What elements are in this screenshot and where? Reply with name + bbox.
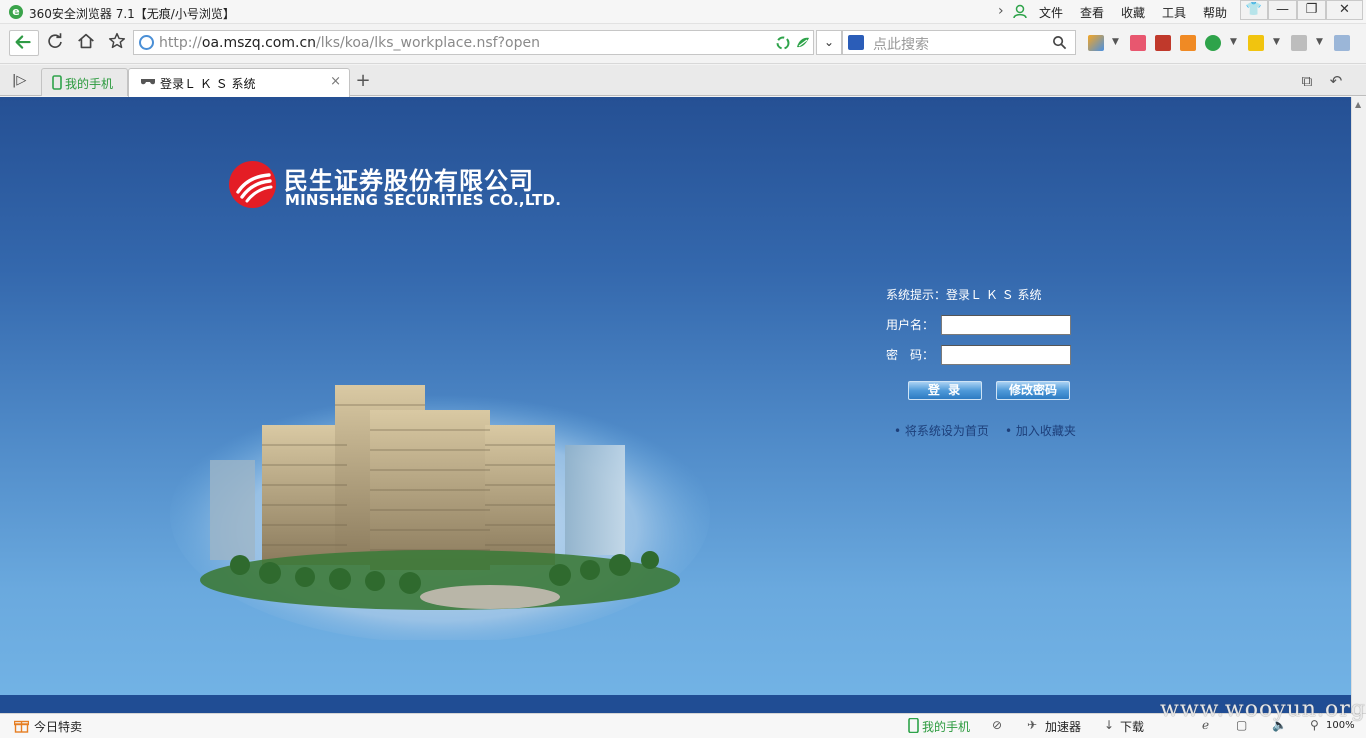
home-icon bbox=[78, 33, 94, 49]
chevron-down-icon[interactable]: ▼ bbox=[1112, 37, 1119, 47]
gift-icon[interactable] bbox=[14, 718, 29, 733]
tab-label: 登录Ｌ Ｋ Ｓ 系统 bbox=[160, 77, 256, 91]
chevron-down-icon[interactable]: ▼ bbox=[1230, 37, 1237, 47]
speed-mode-icon[interactable] bbox=[795, 35, 811, 51]
menu-tools[interactable]: 工具 bbox=[1162, 4, 1186, 21]
scroll-up-icon[interactable]: ▲ bbox=[1355, 100, 1361, 109]
download-button[interactable]: 下载 bbox=[1120, 718, 1144, 735]
search-icon[interactable] bbox=[1052, 35, 1067, 50]
sidebar-toggle-icon[interactable]: |▷ bbox=[12, 73, 28, 89]
favorite-star-button[interactable] bbox=[105, 30, 129, 54]
search-placeholder: 点此搜索 bbox=[873, 37, 929, 53]
username-input[interactable] bbox=[941, 315, 1071, 335]
accelerator-button[interactable]: 加速器 bbox=[1045, 718, 1081, 735]
incognito-mask-icon bbox=[141, 79, 155, 85]
undo-close-icon[interactable]: ↶ bbox=[1327, 72, 1345, 90]
chevron-down-icon[interactable]: ▼ bbox=[1273, 37, 1280, 47]
mail-icon[interactable] bbox=[1130, 35, 1146, 51]
maximize-button[interactable]: ❐ bbox=[1297, 0, 1326, 20]
arrow-left-icon bbox=[15, 35, 31, 49]
login-page: 民生证券股份有限公司 MINSHENG SECURITIES CO.,LTD. bbox=[0, 97, 1351, 713]
menu-view[interactable]: 查看 bbox=[1080, 4, 1104, 21]
minimize-button[interactable]: — bbox=[1268, 0, 1297, 20]
change-password-button[interactable]: 修改密码 bbox=[996, 381, 1070, 400]
username-label: 用户名： bbox=[886, 318, 935, 332]
daily-deals-link[interactable]: 今日特卖 bbox=[34, 718, 82, 735]
page-footer-band bbox=[0, 695, 1351, 713]
menu-help[interactable]: 帮助 bbox=[1203, 4, 1227, 21]
title-bar: e 360安全浏览器 7.1【无痕/小号浏览】 › 文件 查看 收藏 工具 帮助… bbox=[0, 0, 1366, 24]
home-button[interactable] bbox=[74, 30, 98, 54]
vertical-scrollbar[interactable]: ▲ bbox=[1351, 97, 1366, 713]
search-field[interactable]: 点此搜索 bbox=[842, 30, 1076, 55]
refresh-icon bbox=[48, 33, 62, 48]
close-icon[interactable]: × bbox=[330, 74, 341, 89]
headquarters-photo bbox=[170, 385, 710, 640]
minsheng-logo-icon bbox=[229, 161, 276, 208]
tab-my-phone[interactable]: 我的手机 bbox=[41, 68, 128, 96]
translate-icon[interactable] bbox=[1155, 35, 1171, 51]
payment-shield-icon[interactable] bbox=[1205, 35, 1221, 51]
phone-icon bbox=[52, 75, 62, 90]
close-button[interactable]: ✕ bbox=[1326, 0, 1363, 20]
new-tab-button[interactable]: + bbox=[352, 71, 374, 93]
screenshot-icon[interactable] bbox=[1291, 35, 1307, 51]
refresh-button[interactable] bbox=[43, 30, 67, 54]
url-scheme: http:// bbox=[159, 35, 202, 51]
url-dropdown-chevron-icon[interactable]: ⌄ bbox=[816, 30, 842, 55]
url-text[interactable]: http://oa.mszq.com.cn/lks/koa/lks_workpl… bbox=[159, 35, 540, 51]
url-host: oa.mszq.com.cn bbox=[201, 35, 317, 51]
phone-icon[interactable] bbox=[906, 718, 921, 733]
chevron-down-icon[interactable]: ▼ bbox=[1316, 37, 1323, 47]
system-hint: 系统提示：登录Ｌ Ｋ Ｓ 系统 bbox=[886, 288, 1042, 302]
accelerator-icon: ✈ bbox=[1027, 718, 1038, 732]
star-icon bbox=[108, 32, 126, 49]
menu-file[interactable]: 文件 bbox=[1039, 4, 1063, 21]
globe-icon bbox=[139, 35, 154, 50]
secure-refresh-icon[interactable] bbox=[775, 35, 791, 51]
zoom-lens-icon[interactable] bbox=[1334, 35, 1350, 51]
app-center-icon[interactable] bbox=[1088, 35, 1104, 51]
my-phone-link[interactable]: 我的手机 bbox=[922, 718, 970, 735]
tab-list-icon[interactable]: ⧉ bbox=[1298, 72, 1316, 90]
coupon-icon[interactable] bbox=[1248, 35, 1264, 51]
chevron-right-icon[interactable]: › bbox=[998, 3, 1004, 19]
password-input[interactable] bbox=[941, 345, 1071, 365]
watermark: www.wooyun.org bbox=[1160, 697, 1366, 722]
company-name-en: MINSHENG SECURITIES CO.,LTD. bbox=[285, 191, 562, 209]
browser-logo-icon: e bbox=[9, 5, 23, 19]
skin-icon[interactable]: 👕 bbox=[1240, 0, 1268, 20]
url-field[interactable]: http://oa.mszq.com.cn/lks/koa/lks_workpl… bbox=[133, 30, 814, 55]
search-engine-icon[interactable] bbox=[848, 35, 864, 50]
tab-label: 我的手机 bbox=[65, 77, 114, 91]
set-homepage-link[interactable]: • 将系统设为首页 bbox=[894, 422, 989, 439]
back-button[interactable] bbox=[9, 30, 39, 56]
add-favorite-link[interactable]: • 加入收藏夹 bbox=[1005, 422, 1076, 439]
window-title: 360安全浏览器 7.1【无痕/小号浏览】 bbox=[29, 7, 235, 21]
password-label: 密 码： bbox=[886, 348, 935, 362]
flight-icon[interactable] bbox=[1180, 35, 1196, 51]
compat-mode-icon[interactable]: ⊘ bbox=[992, 718, 1002, 732]
login-button[interactable]: 登 录 bbox=[908, 381, 982, 400]
menu-favorites[interactable]: 收藏 bbox=[1121, 4, 1145, 21]
url-path: /lks/koa/lks_workplace.nsf?open bbox=[316, 35, 540, 51]
tab-lks-login[interactable]: 登录Ｌ Ｋ Ｓ 系统 × bbox=[128, 68, 350, 97]
download-icon: ↓ bbox=[1104, 718, 1115, 732]
user-icon[interactable] bbox=[1013, 4, 1027, 19]
